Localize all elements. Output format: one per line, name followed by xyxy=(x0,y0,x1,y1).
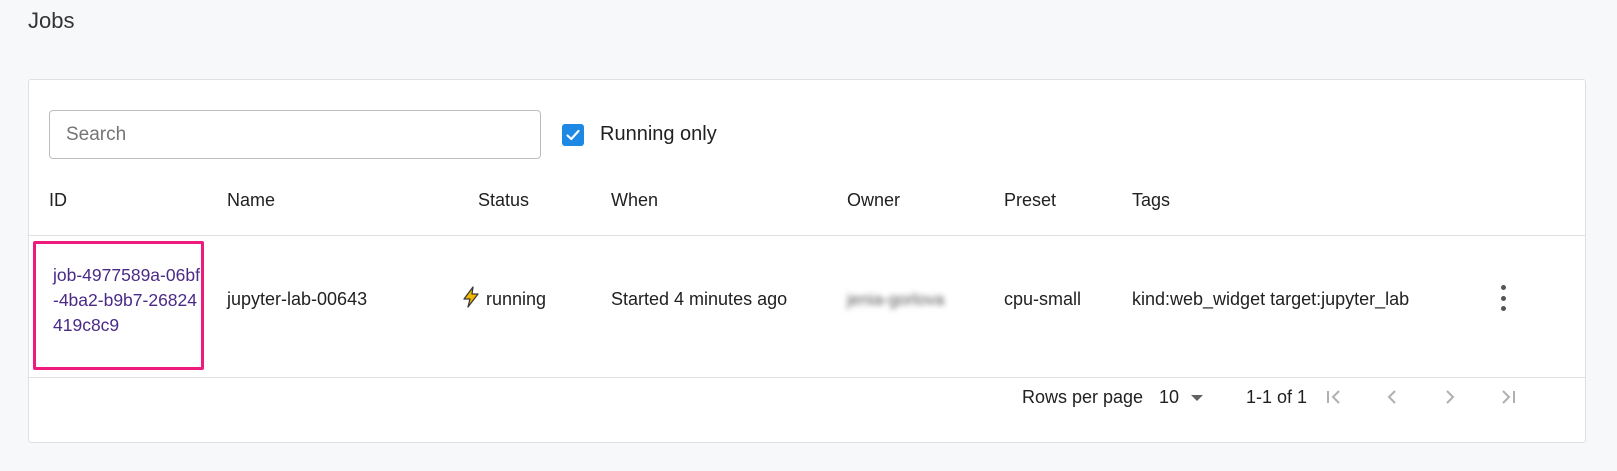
rows-per-page-label: Rows per page xyxy=(1022,387,1144,407)
running-only-label: Running only xyxy=(600,123,717,145)
column-header-name: Name xyxy=(227,190,276,210)
first-page-icon[interactable] xyxy=(1322,385,1346,409)
column-header-id: ID xyxy=(49,190,67,210)
toolbar: Running only xyxy=(49,110,717,159)
rows-per-page-value: 10 xyxy=(1159,387,1180,407)
column-header-status: Status xyxy=(478,190,530,210)
job-preset: cpu-small xyxy=(1004,289,1082,309)
status-text: running xyxy=(486,289,547,309)
job-id-cell-highlight: job-4977589a-06bf-4ba2-b9b7-26824419c8c9 xyxy=(33,241,204,370)
pagination-range: 1-1 of 1 xyxy=(1246,387,1308,407)
column-header-owner: Owner xyxy=(847,190,901,210)
checkbox-checked-icon[interactable] xyxy=(562,123,584,146)
row-divider xyxy=(29,377,1585,378)
column-header-preset: Preset xyxy=(1004,190,1057,210)
search-input[interactable] xyxy=(49,110,541,159)
job-when: Started 4 minutes ago xyxy=(611,289,788,309)
column-header-tags: Tags xyxy=(1132,190,1171,210)
job-owner: jenia-gorlova xyxy=(847,290,945,309)
more-vert-icon[interactable] xyxy=(1496,285,1510,311)
last-page-icon[interactable] xyxy=(1496,385,1520,409)
rows-per-page-select[interactable]: 10 xyxy=(1159,387,1204,408)
job-id-link[interactable]: job-4977589a-06bf-4ba2-b9b7-26824419c8c9 xyxy=(53,263,203,338)
running-only-checkbox[interactable]: Running only xyxy=(562,123,717,146)
job-name: jupyter-lab-00643 xyxy=(227,289,368,309)
jobs-card: Running only ID Name Status When Owner P… xyxy=(28,79,1586,443)
page-title: Jobs xyxy=(28,8,75,33)
column-header-when: When xyxy=(611,190,659,210)
header-divider xyxy=(29,235,1585,236)
lightning-icon xyxy=(461,286,486,313)
next-page-icon[interactable] xyxy=(1438,385,1462,409)
previous-page-icon[interactable] xyxy=(1380,385,1404,409)
caret-down-icon xyxy=(1191,394,1204,401)
job-tags: kind:web_widget target:jupyter_lab xyxy=(1132,289,1410,309)
status-cell: running xyxy=(461,286,546,313)
